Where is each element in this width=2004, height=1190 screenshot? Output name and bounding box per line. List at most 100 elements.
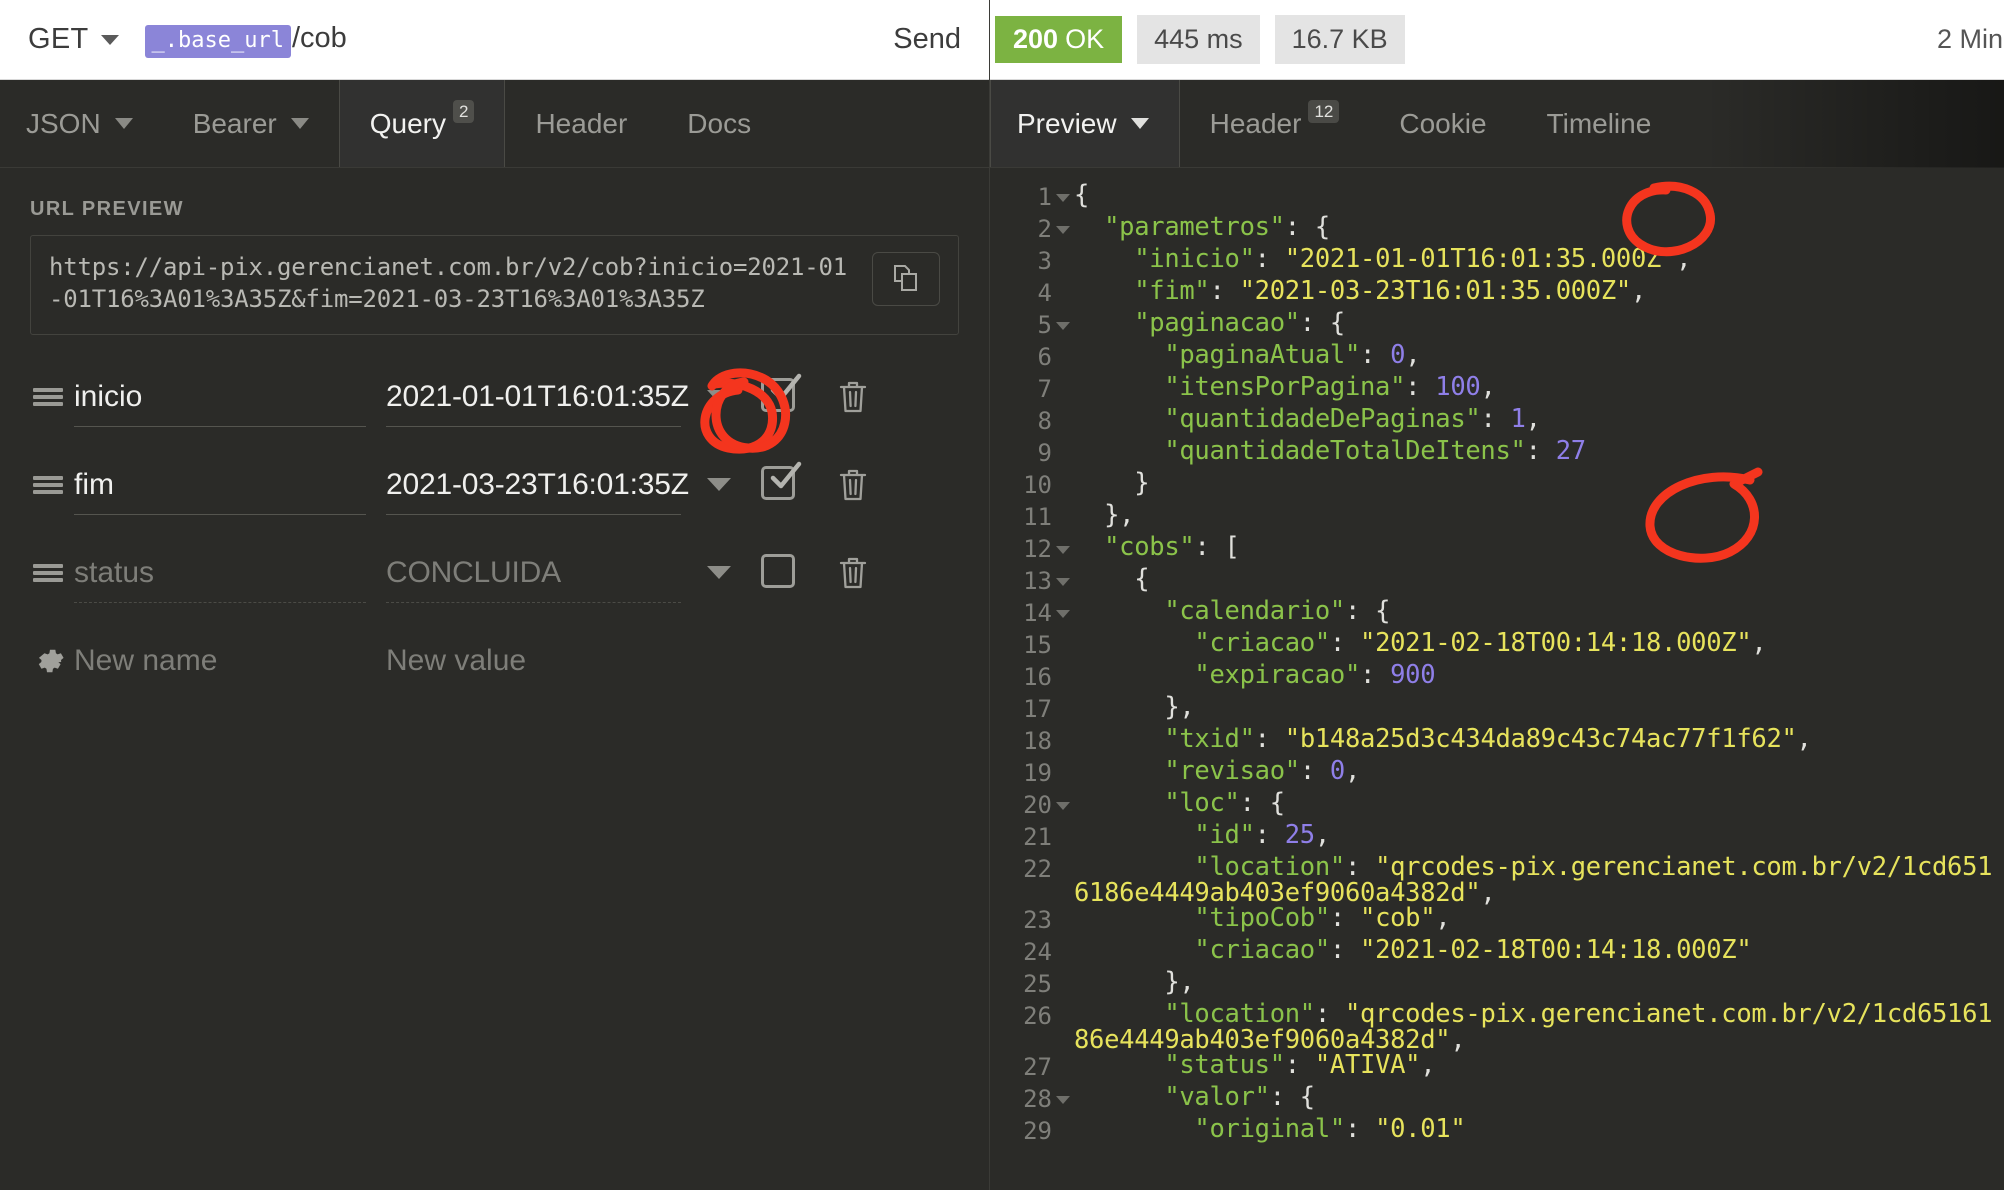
json-line: 12 "cobs": [ [990,534,2004,567]
json-line: 9 "quantidadeTotalDeItens": 27 [990,438,2004,471]
json-line: 20 "loc": { [990,790,2004,823]
fold-toggle-icon[interactable] [1052,791,1074,810]
line-number: 21 [1023,823,1052,851]
param-value-input[interactable]: CONCLUIDA [386,529,681,617]
param-row: inicio 2021-01-01T16:01:35Z [22,353,959,441]
param-name-input[interactable]: inicio [74,353,366,441]
tab-cookie[interactable]: Cookie [1369,80,1516,167]
param-options-chevron-icon[interactable] [707,566,731,580]
tab-query[interactable]: Query 2 [338,80,506,167]
json-line-content: }, [1164,692,1195,722]
fold-toggle-icon[interactable] [1052,535,1074,554]
response-status-bar: 200 OK 445 ms 16.7 KB 2 Minu [990,0,2004,80]
drag-handle-icon[interactable] [22,385,74,409]
json-line-content: "txid": "b148a25d3c434da89c43c74ac77f1f6… [1164,724,1812,754]
new-param-value-input[interactable]: New value [386,617,681,705]
json-line: 25 }, [990,969,2004,1002]
tab-label: Cookie [1399,107,1487,139]
new-param-name-input[interactable]: New name [74,617,366,705]
param-name-input[interactable]: status [74,529,366,617]
param-name-input[interactable]: fim [74,441,366,529]
json-preview-viewer[interactable]: 1{2 "parametros": {3 "inicio": "2021-01-… [990,169,2004,1190]
request-panel: GET _.base_url /cob Send JSON Bearer Query… [0,0,990,1190]
url-preview-section: URL PREVIEW https://api-pix.gerencianet.… [0,168,989,335]
param-delete-button[interactable] [833,380,873,414]
chevron-down-icon [114,118,133,129]
json-line: 11 }, [990,502,2004,535]
fold-toggle-icon[interactable] [1052,567,1074,586]
tab-preview[interactable]: Preview [990,80,1180,167]
json-line: 29 "original": "0.01" [990,1116,2004,1149]
drag-handle-icon[interactable] [22,561,74,585]
json-line: 15 "criacao": "2021-02-18T00:14:18.000Z"… [990,628,2004,663]
fold-toggle-icon[interactable] [1052,311,1074,330]
url-preview-box: https://api-pix.gerencianet.com.br/v2/co… [30,235,959,335]
url-input[interactable]: _.base_url /cob [144,22,347,58]
response-time-badge: 445 ms [1137,15,1260,64]
fold-toggle-icon[interactable] [1052,215,1074,234]
param-options-chevron-icon[interactable] [707,390,731,404]
json-line: 28 "valor": { [990,1084,2004,1117]
line-number: 3 [1037,247,1052,275]
line-number: 22 [1023,855,1052,883]
line-number: 9 [1037,439,1052,467]
param-enabled-checkbox[interactable] [759,552,801,594]
tab-header[interactable]: Header 12 [1180,80,1370,167]
line-number: 29 [1023,1117,1052,1145]
param-enabled-checkbox[interactable] [759,373,802,418]
tab-label: JSON [26,107,101,139]
json-line: 26 "location": "qrcodes-pix.gerencianet.… [990,1001,2004,1053]
copy-url-button[interactable] [872,252,940,306]
http-method-selector[interactable]: GET [28,23,119,56]
send-button[interactable]: Send [893,23,961,56]
tab-timeline[interactable]: Timeline [1517,80,1682,167]
fold-toggle-icon[interactable] [1052,1085,1074,1104]
json-line: 3 "inicio": "2021-01-01T16:01:35.000Z", [990,246,2004,279]
line-number: 15 [1023,631,1052,659]
tab-bearer[interactable]: Bearer [163,80,339,167]
response-size-badge: 16.7 KB [1274,15,1405,64]
api-client-window: GET _.base_url /cob Send JSON Bearer Query… [0,0,2004,1190]
param-delete-button[interactable] [833,556,873,590]
param-row-new: New name New value [22,617,959,705]
json-line: 10 } [990,470,2004,503]
param-delete-button[interactable] [833,468,873,502]
chevron-down-icon [1130,118,1149,129]
tab-label: Bearer [192,107,277,139]
tab-docs[interactable]: Docs [657,80,781,167]
tab-header[interactable]: Header [505,80,657,167]
json-line-content: "criacao": "2021-02-18T00:14:18.000Z" [1194,935,1752,965]
line-number: 10 [1023,471,1052,499]
param-options-chevron-icon[interactable] [707,478,731,492]
param-enabled-checkbox[interactable] [759,461,802,506]
line-number: 23 [1023,906,1052,934]
fold-toggle-icon[interactable] [1052,599,1074,618]
gear-icon[interactable] [22,644,74,678]
json-line-content: "tipoCob": "cob", [1194,903,1451,933]
tab-json[interactable]: JSON [0,80,163,167]
drag-handle-icon[interactable] [22,473,74,497]
tab-count-badge: 2 [452,100,475,123]
param-value-input[interactable]: 2021-03-23T16:01:35Z [386,441,689,529]
line-number: 19 [1023,759,1052,787]
json-line-content: "criacao": "2021-02-18T00:14:18.000Z", [1194,628,1767,658]
param-name-text: inicio [74,379,143,413]
json-line-content: "expiracao": 900 [1194,660,1436,690]
request-bar: GET _.base_url /cob Send [0,0,989,80]
copy-icon [894,265,917,291]
line-number: 25 [1023,970,1052,998]
param-value-input[interactable]: 2021-01-01T16:01:35Z [386,353,689,441]
json-line: 4 "fim": "2021-03-23T16:01:35.000Z", [990,278,2004,311]
line-number: 2 [1037,215,1052,243]
fold-toggle-icon[interactable] [1052,183,1074,202]
tab-label: Preview [1017,107,1117,139]
json-line-content: "parametros": { [1104,212,1330,242]
json-line: 22 "location": "qrcodes-pix.gerencianet.… [990,854,2004,906]
gear-glyph [38,649,64,673]
